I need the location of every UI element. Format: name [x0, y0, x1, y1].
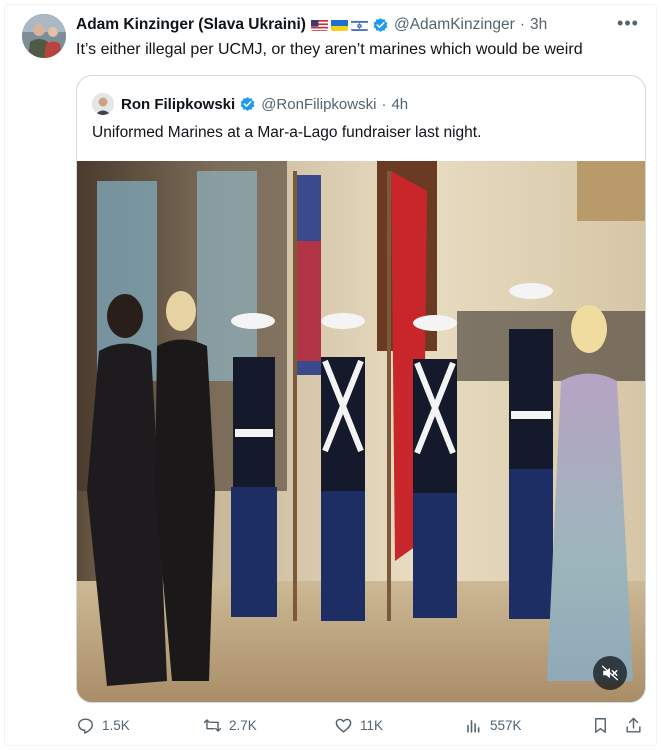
reply-button[interactable]: 1.5K — [76, 716, 130, 735]
repost-icon — [203, 719, 222, 732]
like-button[interactable]: 11K — [334, 716, 383, 735]
share-button[interactable] — [624, 716, 643, 735]
muted-speaker-icon[interactable] — [593, 656, 627, 690]
quoted-tweet-timestamp[interactable]: 4h — [391, 96, 408, 113]
reply-icon — [78, 718, 93, 734]
views-button[interactable]: 557K — [464, 716, 522, 735]
tweet-timestamp[interactable]: 3h — [530, 16, 547, 34]
flags-group — [310, 19, 368, 31]
quoted-verified-badge-icon — [239, 96, 256, 113]
repost-button[interactable]: 2.7K — [203, 716, 257, 735]
quoted-author-handle[interactable]: @RonFilipkowski — [261, 96, 376, 113]
reply-count: 1.5K — [102, 718, 130, 733]
author-handle[interactable]: @AdamKinzinger — [394, 16, 515, 34]
share-icon — [626, 717, 641, 733]
tweet-header: Adam Kinzinger (Slava Ukraini) @AdamKinz… — [76, 16, 547, 34]
verified-badge-icon — [372, 17, 389, 34]
tweet-actions-bar: 1.5K 2.7K 11K 557K — [76, 716, 644, 740]
analytics-icon — [467, 719, 480, 733]
quoted-header-separator: · — [381, 95, 387, 113]
author-name[interactable]: Adam Kinzinger (Slava Ukraini) — [76, 16, 306, 34]
header-separator: · — [519, 16, 526, 33]
us-flag-icon — [310, 19, 328, 31]
author-avatar[interactable] — [22, 14, 66, 58]
tweet-text: It’s either illegal per UCMJ, or they ar… — [76, 41, 583, 58]
heart-icon — [335, 718, 352, 733]
bookmark-button[interactable] — [591, 716, 610, 735]
quoted-author-name[interactable]: Ron Filipkowski — [121, 96, 235, 113]
quoted-tweet-text: Uniformed Marines at a Mar-a-Lago fundra… — [92, 124, 482, 141]
quoted-tweet[interactable]: Ron Filipkowski @RonFilipkowski · 4h Uni… — [76, 75, 646, 703]
ukraine-flag-icon — [330, 19, 348, 31]
israel-flag-icon — [350, 19, 368, 31]
repost-count: 2.7K — [229, 718, 257, 733]
views-count: 557K — [490, 718, 522, 733]
quoted-author-avatar[interactable] — [92, 93, 114, 115]
quoted-tweet-video[interactable] — [77, 161, 645, 702]
bookmark-icon — [595, 718, 606, 733]
more-options-icon[interactable]: ••• — [615, 14, 641, 36]
like-count: 11K — [360, 718, 384, 733]
quoted-tweet-header: Ron Filipkowski @RonFilipkowski · 4h — [92, 93, 408, 115]
